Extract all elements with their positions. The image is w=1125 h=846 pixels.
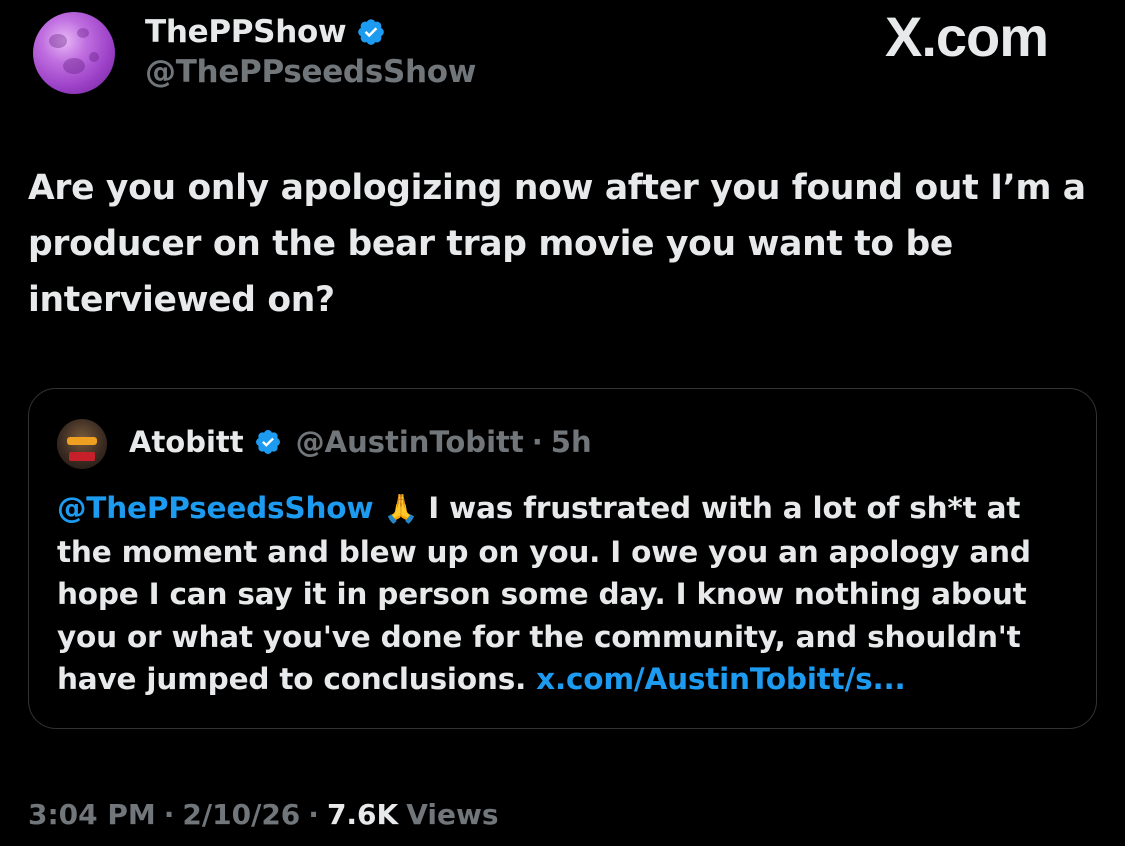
verified-badge-icon: [255, 430, 280, 454]
tweet-text: Are you only apologizing now after you f…: [28, 168, 1086, 320]
quoted-author-avatar[interactable]: [57, 419, 107, 469]
quoted-time[interactable]: 5h: [551, 425, 592, 459]
author-name-row: ThePPShow: [145, 12, 386, 52]
quoted-url-link[interactable]: x.com/AustinTobitt/s...: [536, 662, 906, 696]
footer-separator: ·: [308, 798, 319, 831]
tweet-screenshot: ThePPShow @ThePPseedsShow X.com Are you …: [0, 0, 1125, 846]
views-count[interactable]: 7.6K: [327, 798, 398, 831]
author-display-name[interactable]: ThePPShow: [145, 14, 347, 50]
views-label: Views: [406, 798, 499, 831]
quoted-tweet-text: @ThePPseedsShow 🙏 I was frustrated with …: [57, 487, 1077, 701]
tweet-footer: 3:04 PM · 2/10/26 · 7.6K Views: [28, 798, 499, 831]
quoted-handle[interactable]: @AustinTobitt: [296, 425, 524, 459]
quoted-separator: ·: [531, 425, 543, 459]
post-time[interactable]: 3:04 PM: [28, 798, 156, 831]
quoted-display-name[interactable]: Atobitt: [129, 425, 244, 459]
quoted-meta: @AustinTobitt · 5h: [296, 425, 592, 459]
mention-link[interactable]: @ThePPseedsShow: [57, 491, 374, 525]
author-avatar[interactable]: [33, 12, 115, 94]
footer-separator: ·: [163, 798, 175, 831]
quoted-tweet-header: Atobitt @AustinTobitt · 5h: [129, 425, 592, 459]
author-handle[interactable]: @ThePPseedsShow: [145, 54, 476, 90]
x-com-logo: X.com: [885, 5, 1049, 68]
post-date[interactable]: 2/10/26: [182, 798, 300, 831]
folded-hands-emoji: 🙏: [383, 492, 419, 525]
verified-badge-icon: [358, 19, 385, 45]
quoted-tweet-card[interactable]: Atobitt @AustinTobitt · 5h @ThePPseedsSh…: [28, 388, 1097, 729]
